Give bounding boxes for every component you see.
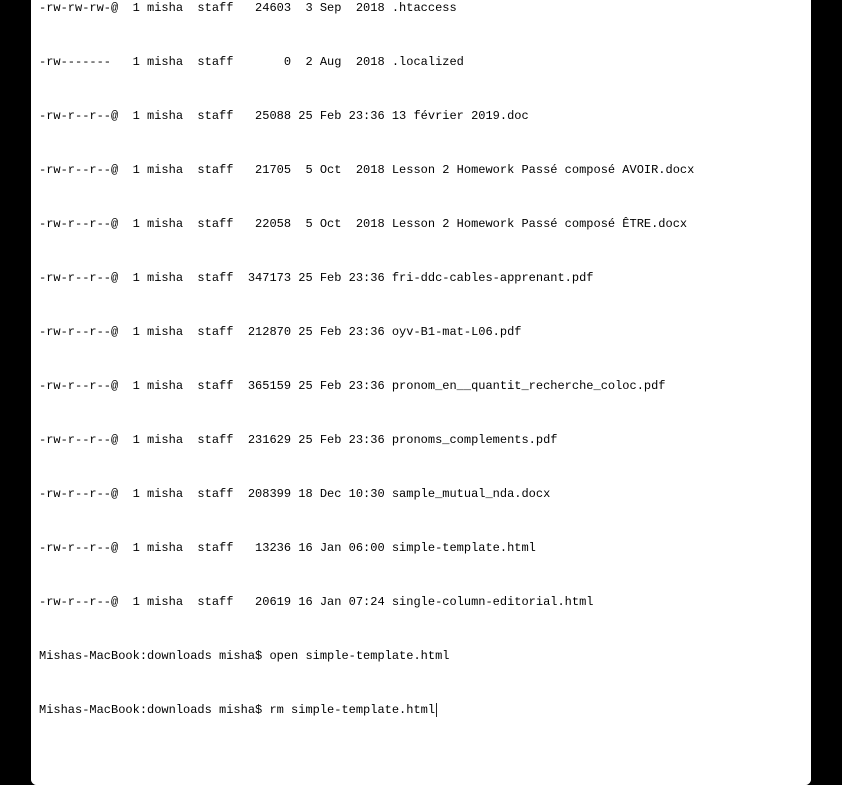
ls-line: -rw-r--r--@ 1 misha staff 231629 25 Feb … — [39, 431, 803, 449]
terminal-window: Downloads — -bash — 90×19 drwxr-xr-x@ 26… — [31, 0, 811, 785]
command-text: rm simple-template.html — [269, 703, 435, 717]
ls-line: -rw-r--r--@ 1 misha staff 25088 25 Feb 2… — [39, 107, 803, 125]
ls-line: -rw-r--r--@ 1 misha staff 347173 25 Feb … — [39, 269, 803, 287]
ls-line: -rw-r--r--@ 1 misha staff 20619 16 Jan 0… — [39, 593, 803, 611]
prompt-line: Mishas-MacBook:downloads misha$ open sim… — [39, 647, 803, 665]
ls-line: -rw-r--r--@ 1 misha staff 208399 18 Dec … — [39, 485, 803, 503]
prompt: Mishas-MacBook:downloads misha$ — [39, 703, 269, 717]
ls-line: -rw-r--r--@ 1 misha staff 212870 25 Feb … — [39, 323, 803, 341]
prompt: Mishas-MacBook:downloads misha$ — [39, 649, 269, 663]
ls-line: -rw-r--r--@ 1 misha staff 365159 25 Feb … — [39, 377, 803, 395]
prompt-line: Mishas-MacBook:downloads misha$ rm simpl… — [39, 701, 803, 719]
ls-line: -rw-r--r--@ 1 misha staff 21705 5 Oct 20… — [39, 161, 803, 179]
ls-line: -rw------- 1 misha staff 0 2 Aug 2018 .l… — [39, 53, 803, 71]
terminal-body[interactable]: drwxr-xr-x@ 26 misha staff 832 4 May 15:… — [31, 0, 811, 785]
ls-line: -rw-r--r--@ 1 misha staff 22058 5 Oct 20… — [39, 215, 803, 233]
cursor-icon — [436, 703, 437, 717]
ls-line: -rw-rw-rw-@ 1 misha staff 24603 3 Sep 20… — [39, 0, 803, 17]
command-text: open simple-template.html — [269, 649, 449, 663]
ls-line: -rw-r--r--@ 1 misha staff 13236 16 Jan 0… — [39, 539, 803, 557]
